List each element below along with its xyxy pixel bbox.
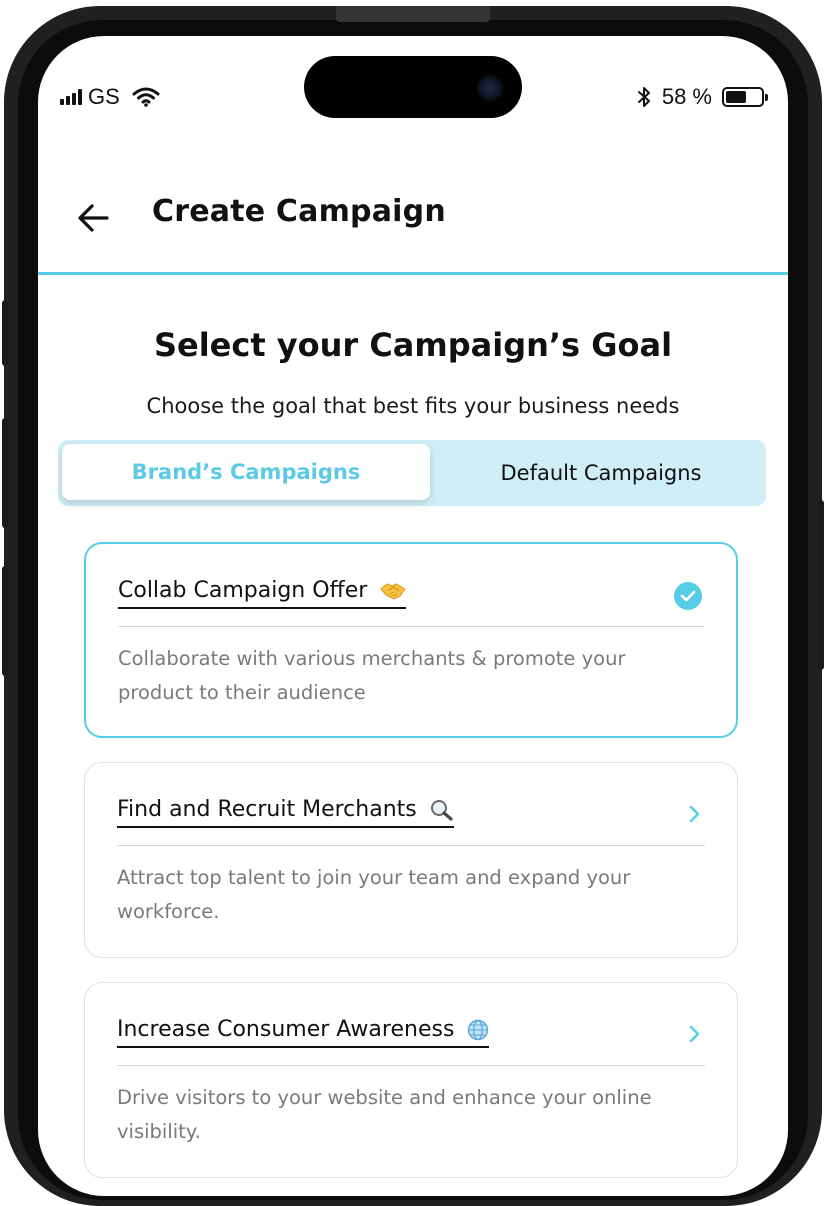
card-title-row: Increase Consumer Awareness [117, 1017, 490, 1048]
card-description: Collaborate with various merchants & pro… [118, 647, 626, 704]
campaign-tabs: Brand’s Campaigns Default Campaigns [58, 440, 766, 506]
back-button[interactable] [74, 198, 114, 238]
goal-subtitle: Choose the goal that best fits your busi… [146, 394, 680, 418]
goal-card-collab[interactable]: Collab Campaign Offer Collaborate with v… [84, 542, 738, 738]
card-description: Drive visitors to your website and enhan… [117, 1086, 652, 1143]
carrier-label: GS [88, 84, 120, 109]
volume-down-button [2, 566, 8, 676]
signal-icon [60, 89, 82, 105]
status-left: GS [60, 82, 160, 112]
mute-switch [2, 300, 8, 366]
arrow-left-icon [78, 204, 109, 232]
power-button [818, 500, 824, 670]
app-header: Create Campaign [38, 176, 788, 275]
card-divider [117, 845, 705, 846]
globe-icon [468, 1019, 489, 1041]
battery-percent: 58 % [661, 84, 712, 109]
card-title-row: Find and Recruit Merchants [117, 797, 454, 828]
chevron-right-icon[interactable] [681, 1021, 707, 1047]
phone-speaker-edge [336, 6, 490, 22]
chevron-right-icon[interactable] [681, 801, 707, 827]
card-divider [117, 1065, 705, 1066]
tab-brands-campaigns[interactable]: Brand’s Campaigns [62, 444, 430, 500]
goal-heading: Select your Campaign’s Goal [153, 326, 673, 364]
battery-level [726, 91, 746, 103]
camera-icon [476, 74, 504, 102]
magnifier-icon [430, 800, 453, 821]
goal-card-awareness[interactable]: Increase Consumer Awareness Drive visito… [84, 982, 738, 1178]
tab-default-campaigns[interactable]: Default Campaigns [436, 440, 766, 506]
card-description: Attract top talent to join your team and… [117, 866, 631, 923]
card-title-row: Collab Campaign Offer [118, 578, 407, 609]
volume-up-button [2, 418, 8, 528]
dynamic-island [304, 56, 522, 118]
card-divider [118, 626, 704, 627]
battery-icon [722, 87, 768, 107]
card-title: Increase Consumer Awareness [117, 1017, 455, 1042]
page-title: Create Campaign [152, 194, 446, 229]
card-title: Collab Campaign Offer [118, 578, 368, 603]
goal-card-recruit[interactable]: Find and Recruit Merchants Attract top t… [84, 762, 738, 958]
status-right: 58 % [636, 82, 768, 112]
handshake-icon [380, 583, 407, 600]
phone-screen: GS 58 % Create Campaign Select your Camp… [38, 36, 788, 1196]
bluetooth-icon [637, 87, 650, 107]
check-circle-icon [674, 582, 702, 610]
wifi-icon [132, 87, 160, 107]
card-title: Find and Recruit Merchants [117, 797, 417, 822]
